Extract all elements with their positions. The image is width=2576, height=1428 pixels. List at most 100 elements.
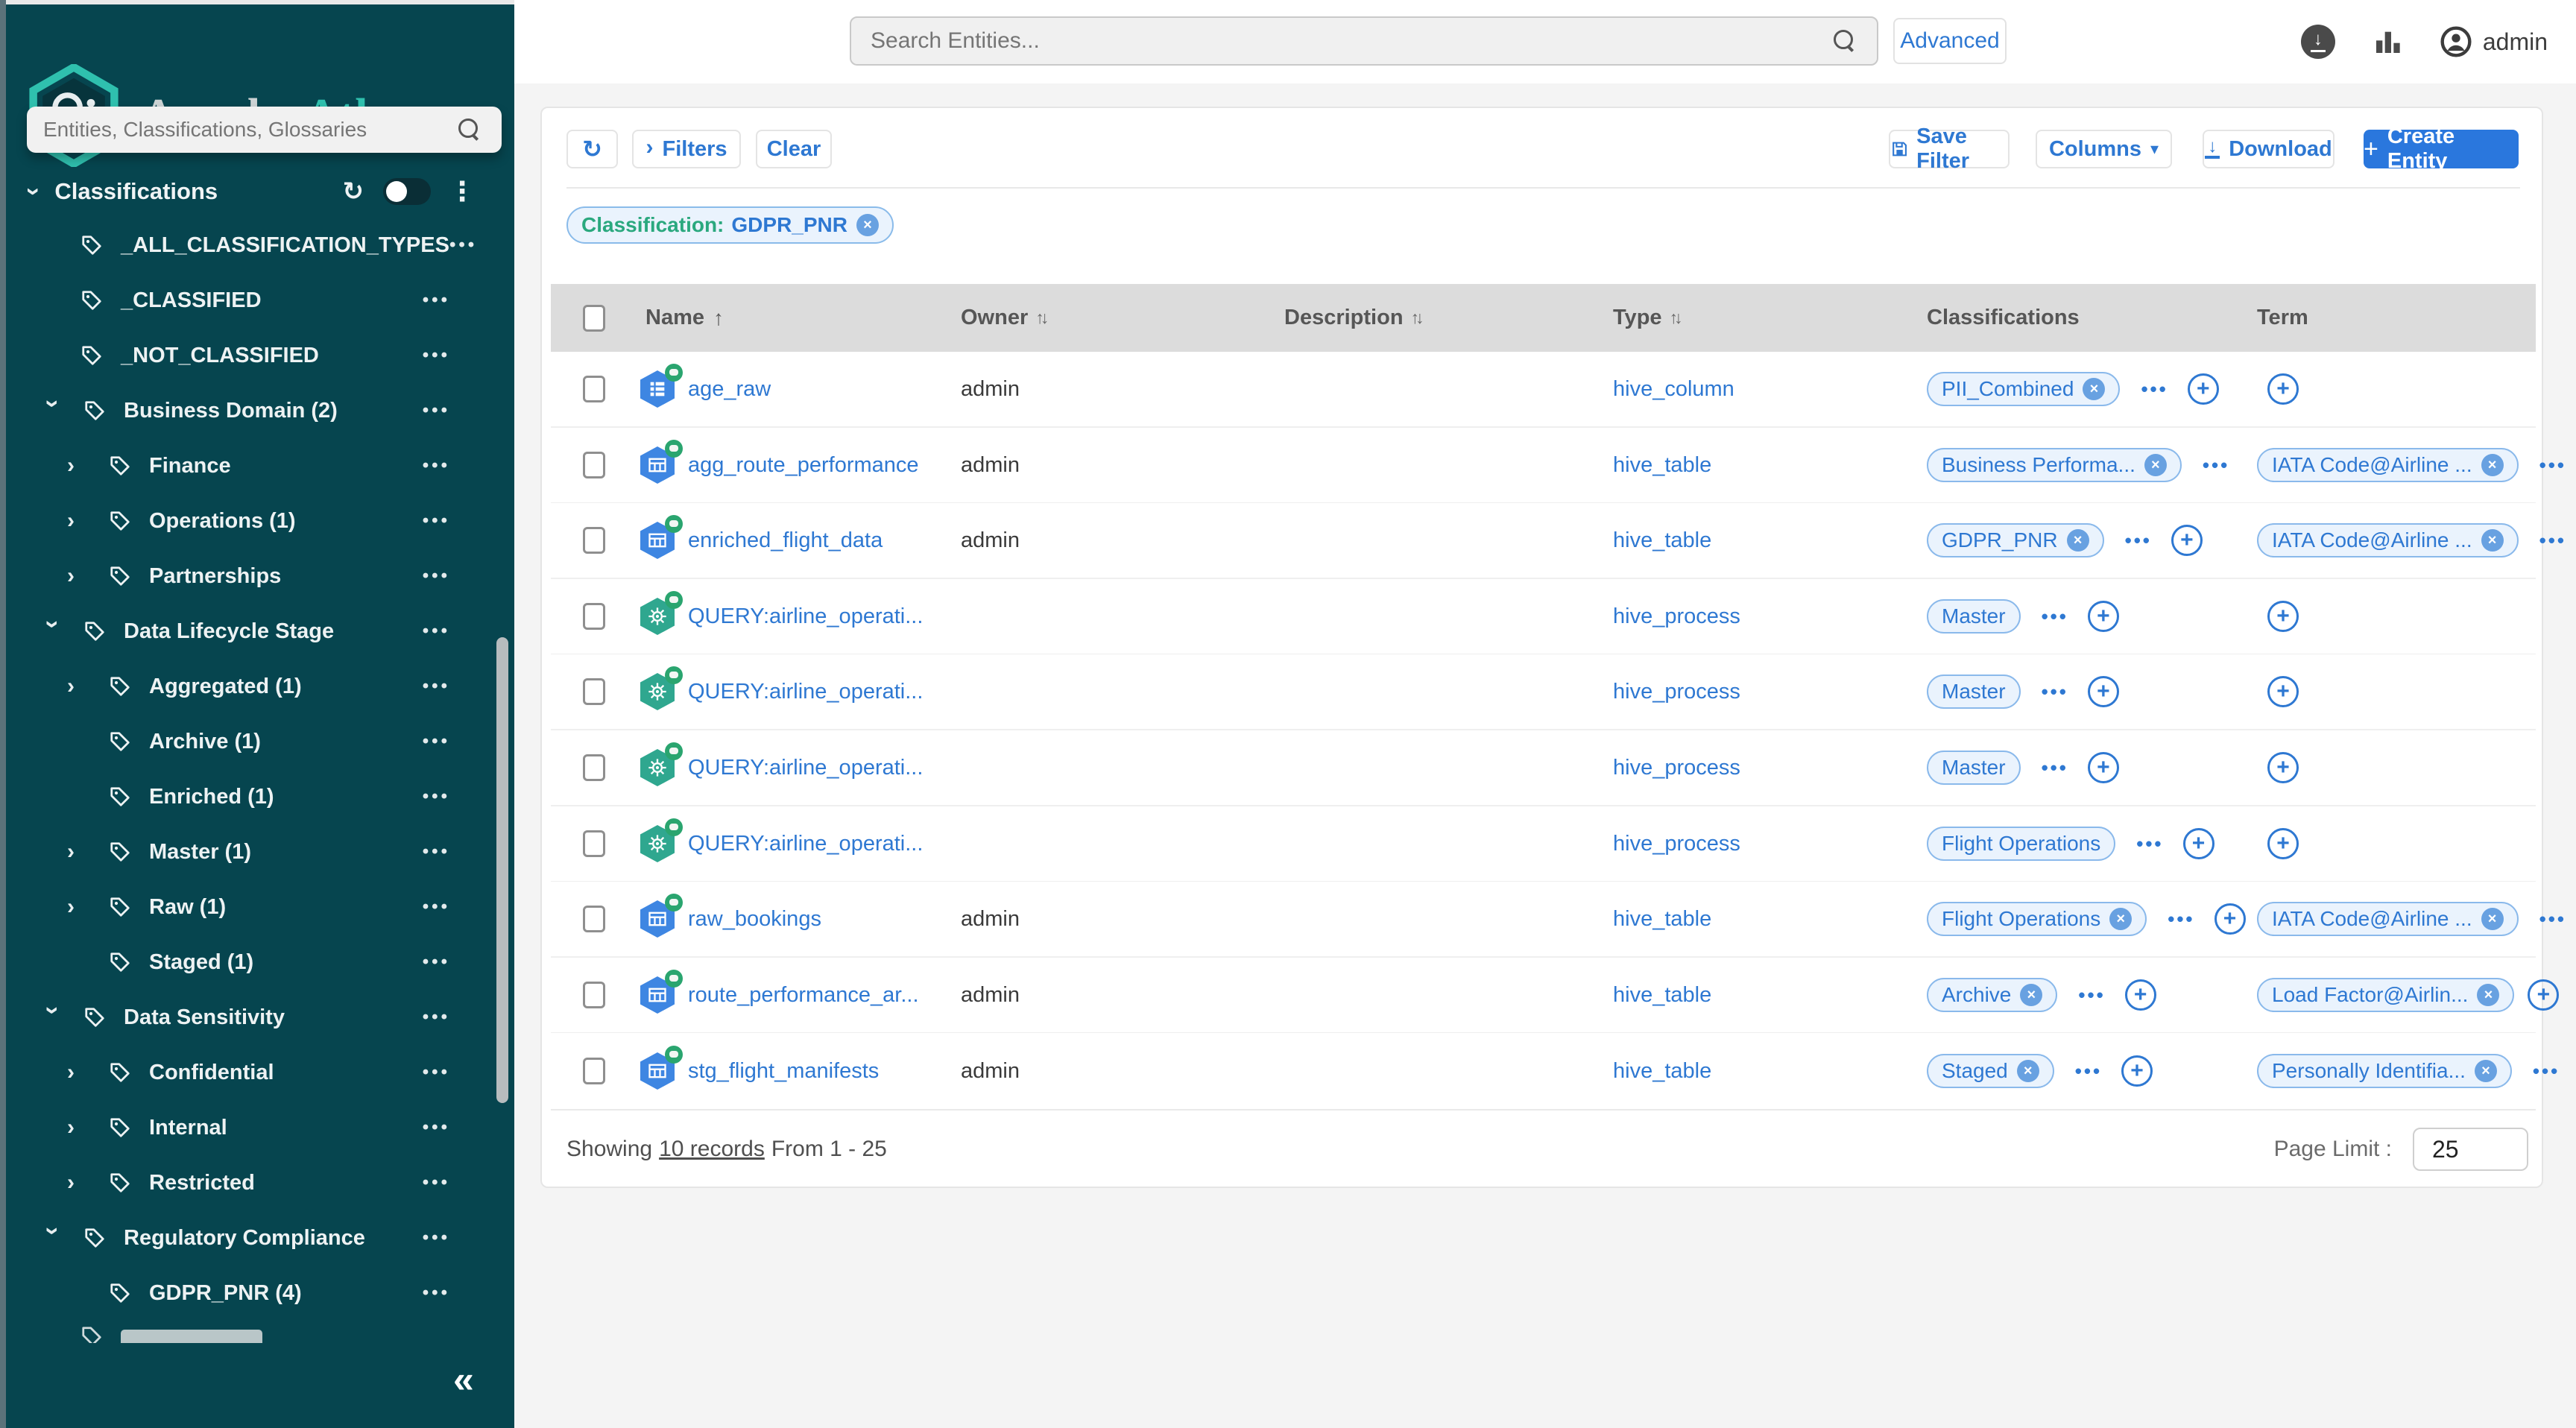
columns-dropdown-button[interactable]: Columns ▾ (2036, 130, 2172, 168)
user-menu[interactable]: admin (2440, 25, 2548, 58)
add-term-icon[interactable]: + (2528, 979, 2559, 1011)
remove-term-icon[interactable]: × (2477, 984, 2499, 1006)
column-header-description[interactable]: Description (1284, 306, 1404, 330)
more-terms-icon[interactable]: ••• (2539, 529, 2566, 552)
entity-name-link[interactable]: stg_flight_manifests (688, 1059, 879, 1084)
more-classifications-icon[interactable]: ••• (2141, 378, 2168, 401)
downloads-icon[interactable]: ↓ (2301, 25, 2335, 59)
entity-type-link[interactable]: hive_process (1613, 604, 1740, 629)
add-classification-icon[interactable]: + (2088, 752, 2119, 783)
classification-chip[interactable]: Flight Operations (1927, 827, 2115, 861)
item-actions-icon[interactable]: ••• (423, 1228, 450, 1248)
entity-type-link[interactable]: hive_table (1613, 453, 1711, 478)
entity-name-link[interactable]: age_raw (688, 377, 771, 402)
item-actions-icon[interactable]: ••• (423, 952, 450, 973)
entity-type-link[interactable]: hive_table (1613, 983, 1711, 1008)
row-checkbox[interactable] (583, 906, 605, 932)
term-chip[interactable]: Personally Identifia... × (2257, 1054, 2512, 1088)
item-actions-icon[interactable]: ••• (423, 1283, 450, 1304)
page-limit-input[interactable] (2413, 1128, 2528, 1171)
classification-chip[interactable]: Master (1927, 599, 2021, 634)
entity-type-link[interactable]: hive_process (1613, 680, 1740, 704)
add-classification-icon[interactable]: + (2125, 979, 2156, 1011)
entity-type-link[interactable]: hive_table (1613, 907, 1711, 932)
add-classification-icon[interactable]: + (2183, 828, 2214, 859)
sidebar-item-restricted[interactable]: › Restricted ••• (0, 1155, 514, 1210)
row-checkbox[interactable] (583, 678, 605, 705)
more-classifications-icon[interactable]: ••• (2075, 1060, 2102, 1083)
remove-classification-icon[interactable]: × (2067, 529, 2089, 552)
classification-view-toggle[interactable] (383, 178, 431, 205)
item-actions-icon[interactable]: ••• (423, 400, 450, 421)
chevron-right-icon[interactable]: › (67, 896, 89, 918)
chevron-right-icon[interactable]: › (67, 1116, 89, 1139)
sort-icon[interactable]: ↑↓ (1411, 308, 1421, 328)
row-checkbox[interactable] (583, 982, 605, 1008)
item-actions-icon[interactable]: ••• (423, 455, 450, 476)
sort-icon[interactable]: ↑↓ (1035, 308, 1045, 328)
sidebar-item-data-lifecycle-stage[interactable]: › Data Lifecycle Stage ••• (0, 604, 514, 659)
advanced-search-button[interactable]: Advanced (1893, 18, 2007, 64)
sidebar-item-raw[interactable]: › Raw (1) ••• (0, 879, 514, 935)
classification-chip[interactable]: Master (1927, 674, 2021, 709)
remove-term-icon[interactable]: × (2481, 454, 2504, 476)
item-actions-icon[interactable]: ••• (423, 786, 450, 807)
remove-term-icon[interactable]: × (2475, 1060, 2497, 1082)
chevron-down-icon[interactable]: › (40, 1006, 66, 1029)
more-classifications-icon[interactable]: ••• (2042, 680, 2068, 704)
chevron-down-icon[interactable]: › (40, 620, 66, 642)
select-all-checkbox[interactable] (583, 305, 605, 332)
sidebar-scrollbar-thumb[interactable] (496, 637, 508, 1103)
row-checkbox[interactable] (583, 754, 605, 781)
sidebar-item-data-sensitivity[interactable]: › Data Sensitivity ••• (0, 990, 514, 1045)
entity-name-link[interactable]: enriched_flight_data (688, 528, 883, 553)
add-term-icon[interactable]: + (2267, 601, 2299, 632)
item-actions-icon[interactable]: ••• (423, 731, 450, 752)
entity-type-link[interactable]: hive_table (1613, 528, 1711, 553)
chevron-right-icon[interactable]: › (67, 565, 89, 587)
entity-type-link[interactable]: hive_process (1613, 756, 1740, 780)
more-classifications-icon[interactable]: ••• (2042, 605, 2068, 628)
entity-name-link[interactable]: QUERY:airline_operati... (688, 832, 923, 856)
item-actions-icon[interactable]: ••• (423, 345, 450, 366)
sidebar-item-all-classification-types[interactable]: _ALL_CLASSIFICATION_TYPES ••• (0, 218, 514, 273)
row-checkbox[interactable] (583, 527, 605, 554)
download-button[interactable]: ↓ Download (2203, 130, 2334, 168)
sidebar-item-classified[interactable]: _CLASSIFIED ••• (0, 273, 514, 328)
add-term-icon[interactable]: + (2267, 676, 2299, 707)
add-classification-icon[interactable]: + (2171, 525, 2203, 556)
remove-filter-icon[interactable]: × (856, 214, 879, 236)
item-actions-icon[interactable]: ••• (423, 1172, 450, 1193)
row-checkbox[interactable] (583, 1058, 605, 1084)
add-classification-icon[interactable]: + (2088, 601, 2119, 632)
entity-name-link[interactable]: QUERY:airline_operati... (688, 680, 923, 704)
item-actions-icon[interactable]: ••• (423, 290, 450, 311)
more-classifications-icon[interactable]: ••• (2203, 454, 2229, 477)
item-actions-icon[interactable]: ••• (423, 1007, 450, 1028)
search-icon[interactable] (1834, 30, 1856, 52)
refresh-results-button[interactable]: ↻ (566, 130, 618, 168)
chevron-down-icon[interactable]: › (40, 1227, 66, 1249)
sidebar-item-master[interactable]: › Master (1) ••• (0, 824, 514, 879)
sidebar-search-input[interactable] (27, 118, 458, 142)
sidebar-item-regulatory-compliance[interactable]: › Regulatory Compliance ••• (0, 1210, 514, 1266)
sort-icon[interactable]: ↑↓ (1670, 308, 1679, 328)
more-terms-icon[interactable]: ••• (2539, 454, 2566, 477)
chevron-right-icon[interactable]: › (67, 455, 89, 477)
classification-chip[interactable]: Archive × (1927, 978, 2057, 1012)
item-actions-icon[interactable]: ••• (423, 897, 450, 917)
sidebar-item-not-classified[interactable]: _NOT_CLASSIFIED ••• (0, 328, 514, 383)
column-header-owner[interactable]: Owner (961, 306, 1028, 330)
create-entity-button[interactable]: + Create Entity (2364, 130, 2519, 168)
sidebar-item-staged[interactable]: Staged (1) ••• (0, 935, 514, 990)
sidebar-item-aggregated[interactable]: › Aggregated (1) ••• (0, 659, 514, 714)
sidebar-item-finance[interactable]: › Finance ••• (0, 438, 514, 493)
remove-term-icon[interactable]: × (2481, 908, 2504, 930)
term-chip[interactable]: Load Factor@Airlin... × (2257, 978, 2514, 1012)
entity-name-link[interactable]: raw_bookings (688, 907, 821, 932)
row-checkbox[interactable] (583, 452, 605, 478)
add-classification-icon[interactable]: + (2214, 903, 2246, 935)
sidebar-item-gdpr-pnr[interactable]: GDPR_PNR (4) ••• (0, 1266, 514, 1321)
classification-chip[interactable]: GDPR_PNR × (1927, 523, 2104, 557)
classification-filter-chip[interactable]: Classification: GDPR_PNR × (566, 206, 894, 244)
